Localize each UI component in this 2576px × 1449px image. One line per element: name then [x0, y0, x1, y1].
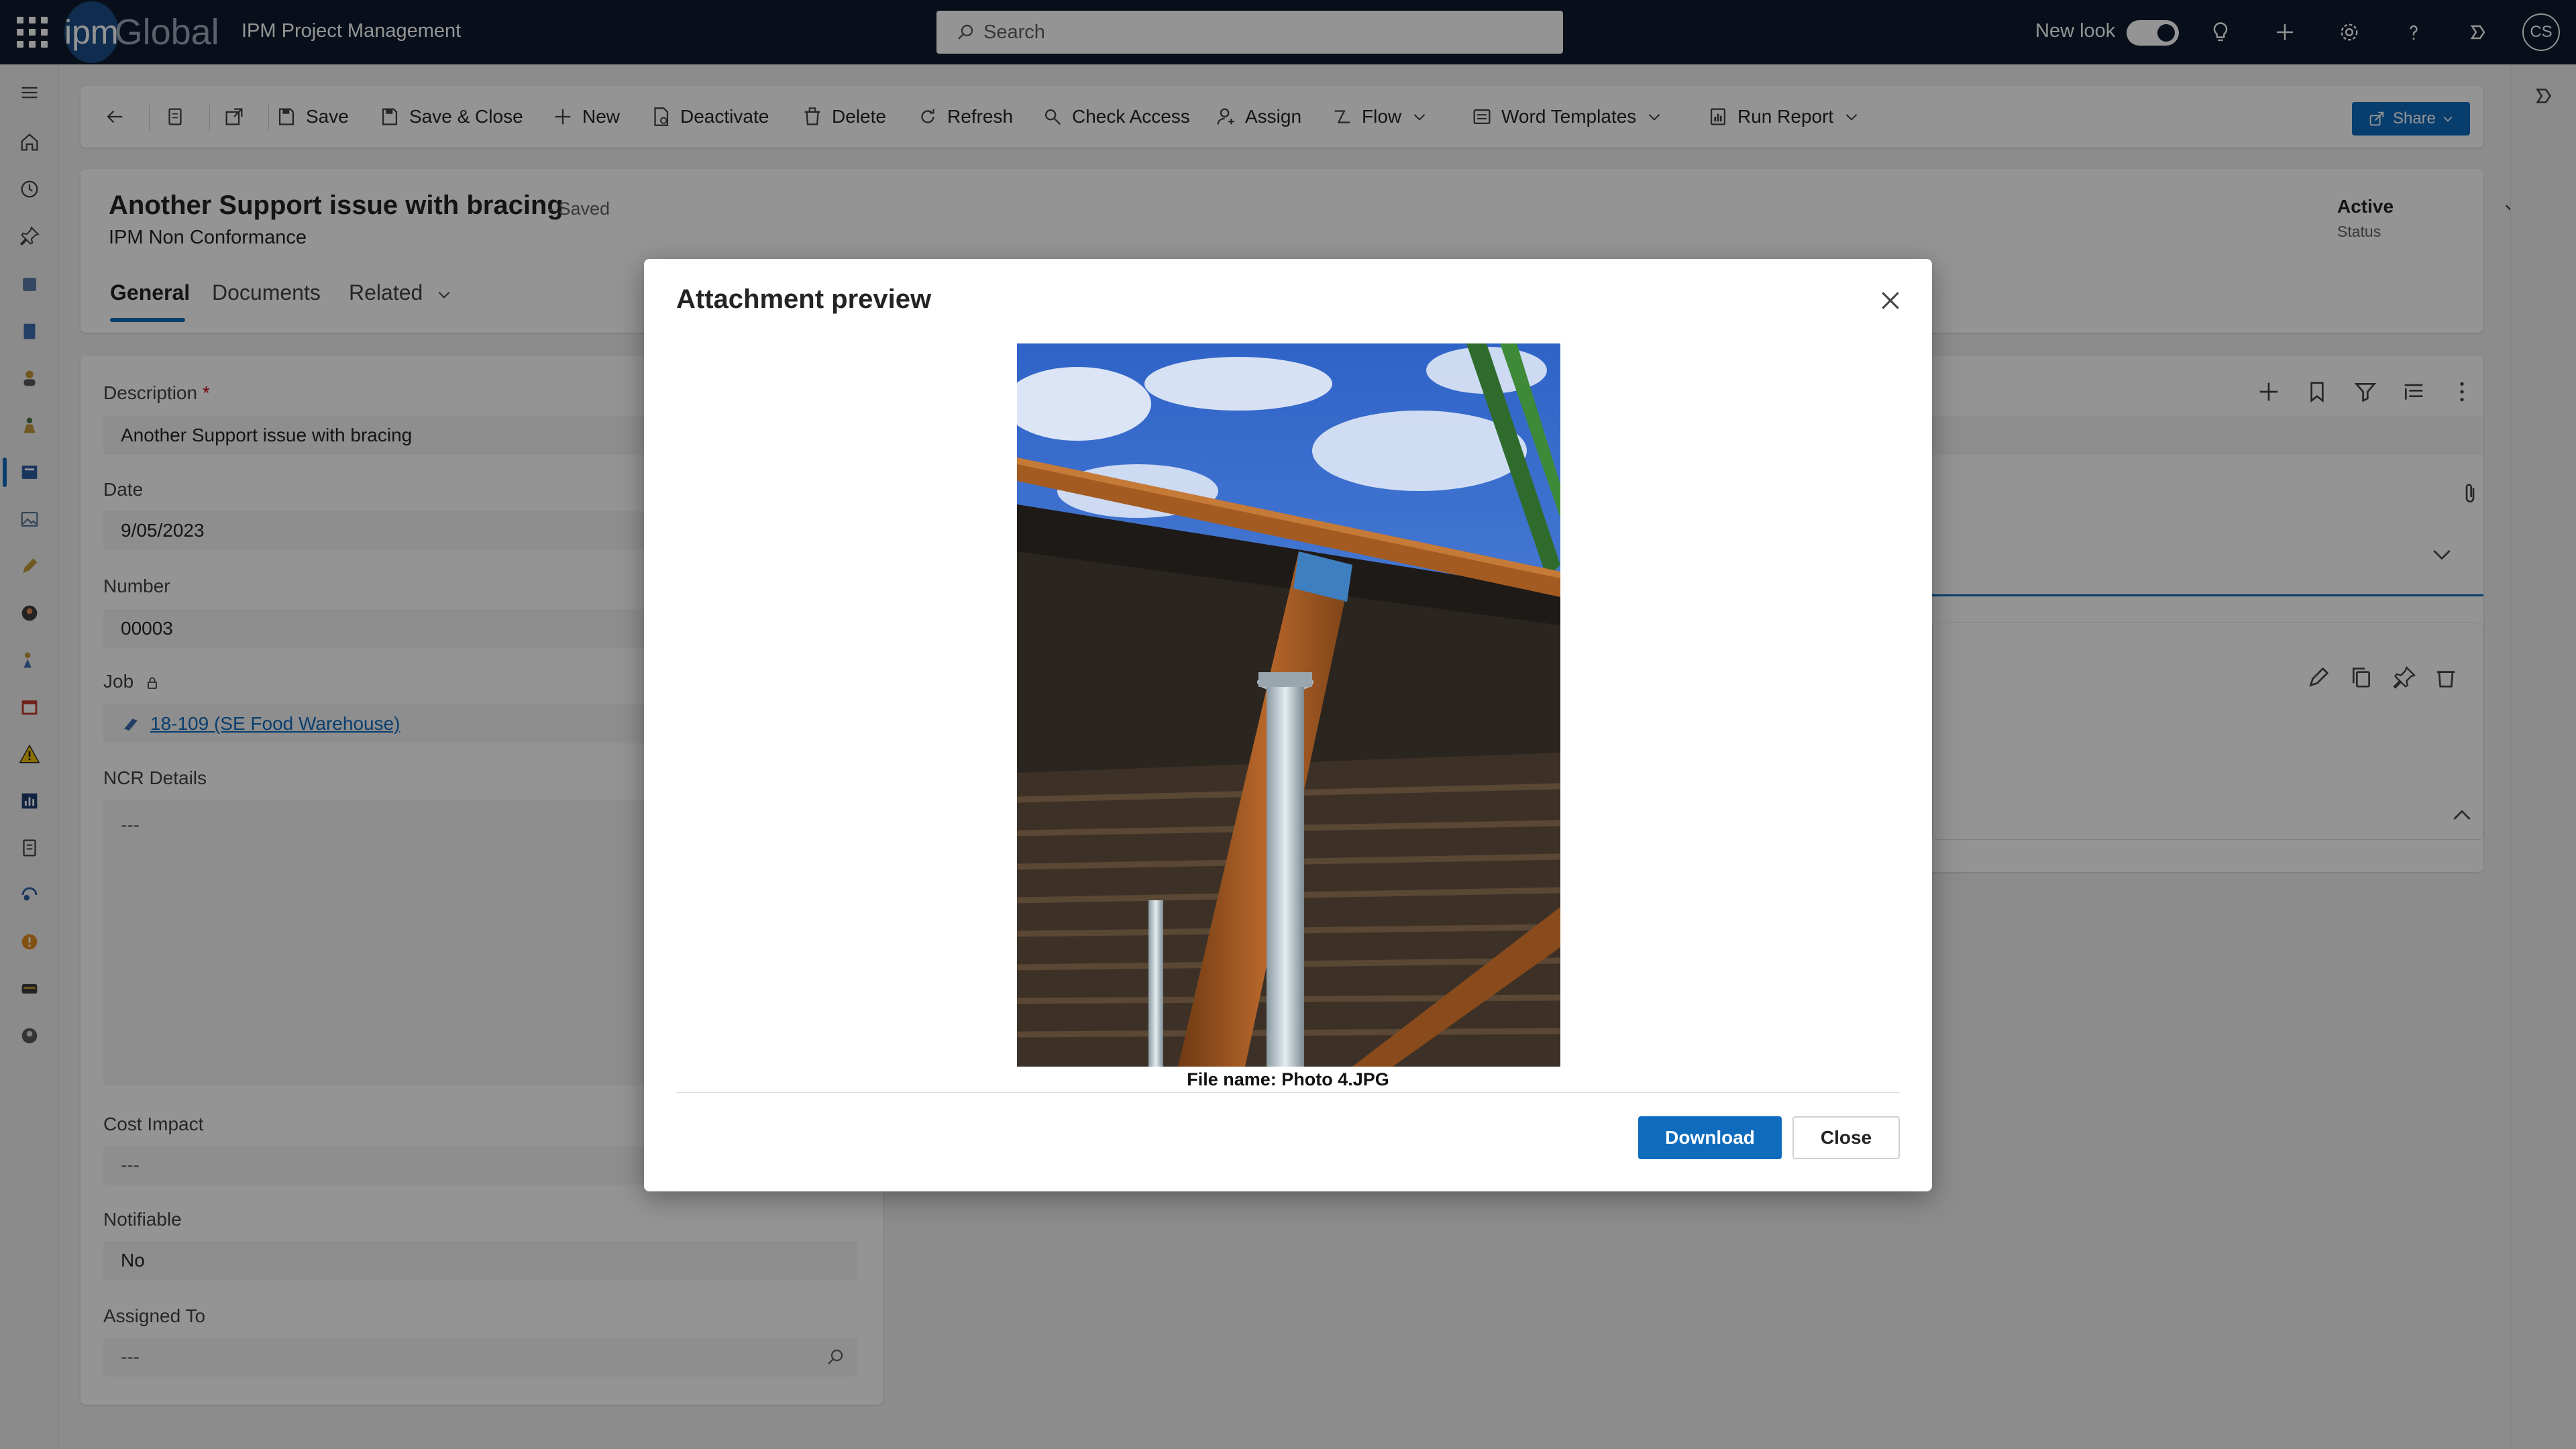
close-button[interactable]: Close — [1792, 1116, 1900, 1159]
dialog-divider — [676, 1092, 1900, 1093]
dialog-title: Attachment preview — [676, 284, 932, 314]
attachment-filename: File name: Photo 4.JPG — [1187, 1069, 1389, 1089]
attachment-photo — [1017, 343, 1560, 1067]
download-button[interactable]: Download — [1638, 1116, 1782, 1159]
attachment-preview-dialog: Attachment preview File name: Photo 4.JP… — [644, 259, 1932, 1191]
close-icon[interactable] — [1877, 287, 1904, 314]
